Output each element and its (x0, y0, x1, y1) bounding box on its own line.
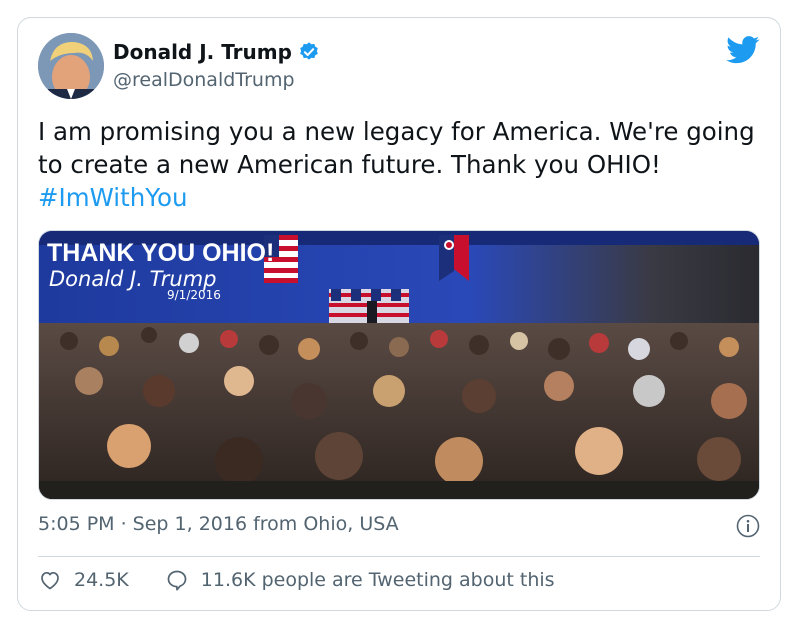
divider (38, 556, 760, 557)
heart-icon (41, 571, 59, 590)
twitter-bird-icon[interactable] (726, 36, 760, 64)
tweet-timestamp[interactable]: 5:05 PM · Sep 1, 2016 from Ohio, USA (38, 513, 399, 535)
comment-icon (167, 570, 187, 591)
display-name-row[interactable]: Donald J. Trump (113, 40, 320, 64)
media-date: 9/1/2016 (167, 288, 221, 302)
hashtag-link[interactable]: #ImWithYou (38, 183, 187, 212)
stage-flags (329, 289, 409, 324)
user-handle[interactable]: @realDonaldTrump (113, 69, 295, 91)
like-count: 24.5K (74, 569, 129, 591)
media-headline: THANK YOU OHIO! (47, 239, 274, 267)
tweet-text: I am promising you a new legacy for Amer… (38, 115, 758, 214)
avatar[interactable] (38, 33, 104, 99)
tweet-card: Donald J. Trump @realDonaldTrump I am pr… (17, 17, 781, 611)
avatar-image (38, 33, 104, 99)
tweet-body: I am promising you a new legacy for Amer… (38, 117, 755, 179)
action-bar: 24.5K 11.6K people are Tweeting about th… (38, 568, 555, 592)
info-icon[interactable] (736, 514, 760, 538)
tweeting-about-text: 11.6K people are Tweeting about this (200, 569, 555, 591)
tweeting-about-button[interactable]: 11.6K people are Tweeting about this (165, 568, 555, 592)
verified-badge-icon (300, 42, 318, 60)
like-button[interactable]: 24.5K (38, 568, 129, 592)
rally-photo: THANK YOU OHIO! Donald J. Trump 9/1/2016 (39, 231, 759, 499)
tweet-media[interactable]: THANK YOU OHIO! Donald J. Trump 9/1/2016 (38, 230, 760, 500)
display-name[interactable]: Donald J. Trump (113, 40, 292, 64)
